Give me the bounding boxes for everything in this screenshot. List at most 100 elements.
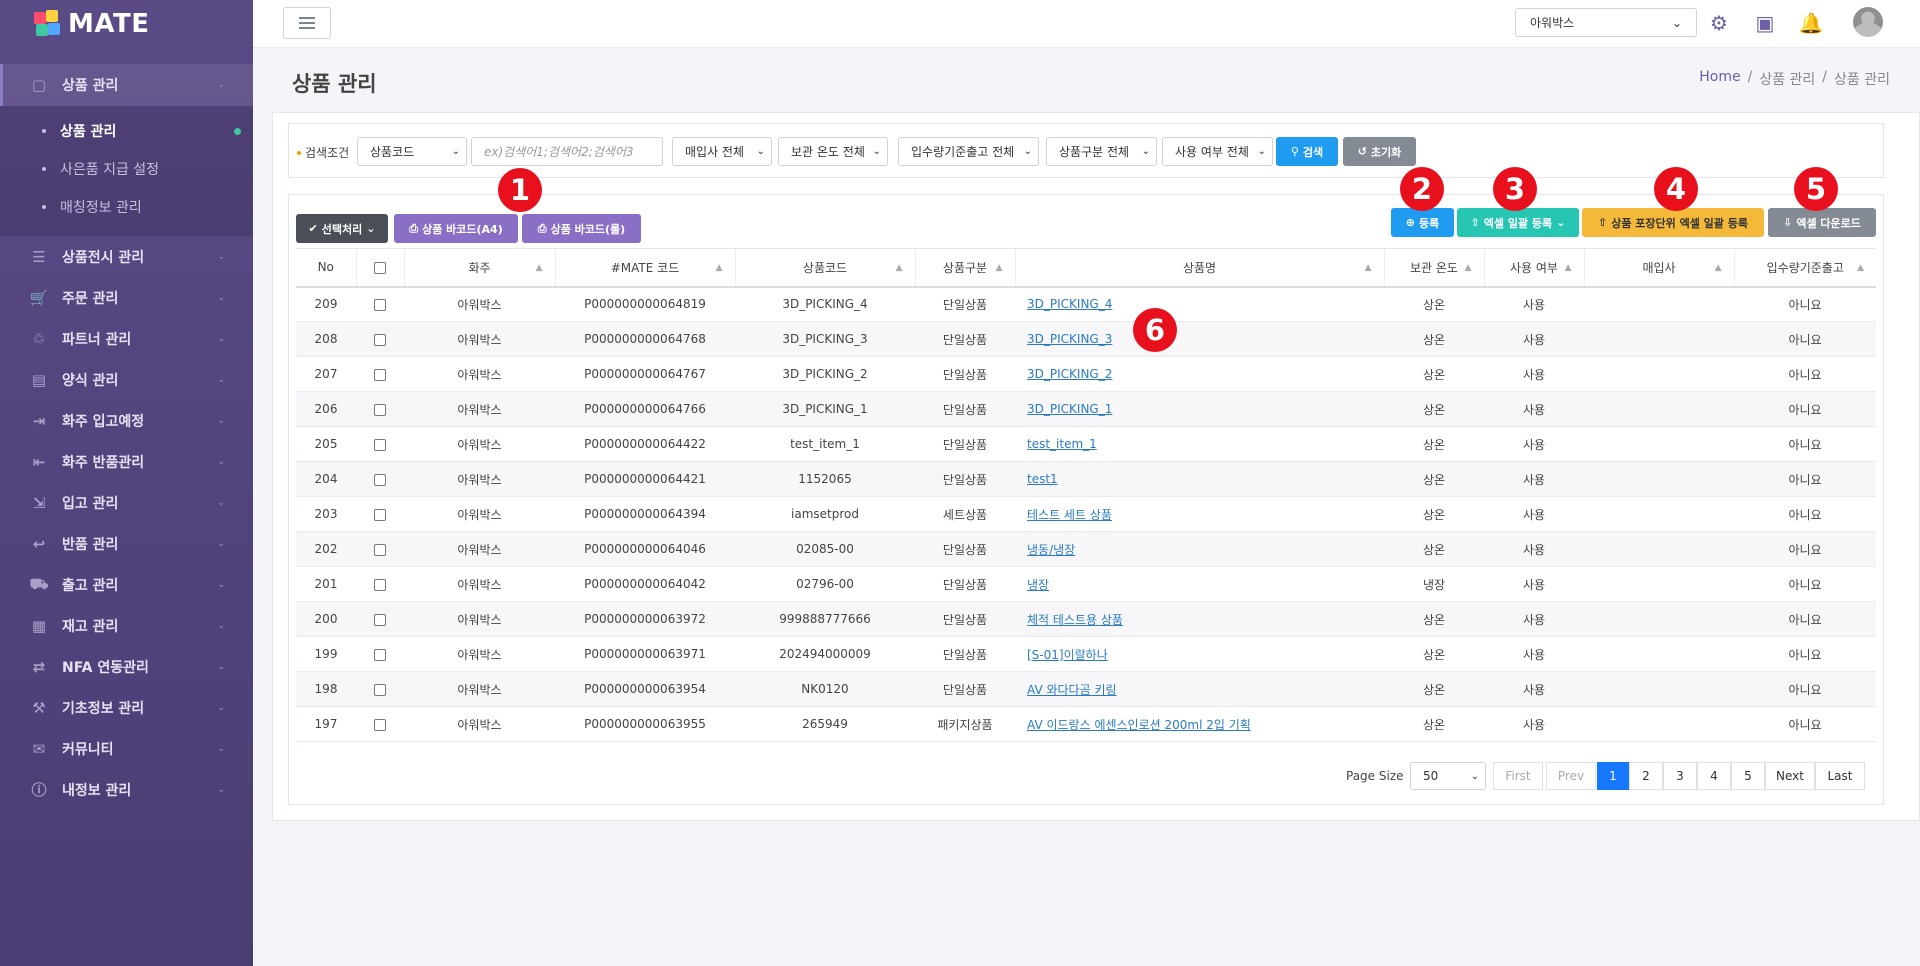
cell-product-name[interactable]: test1 (1015, 461, 1384, 497)
row-checkbox[interactable] (374, 298, 386, 311)
col-header-mate-code[interactable]: #MATE 코드 ▲ (554, 248, 735, 288)
col-header-no[interactable]: No (296, 248, 356, 288)
register-button[interactable]: ⊕ 등록 (1391, 208, 1454, 237)
sidebar-subitem-product[interactable]: 상품 관리 (0, 112, 253, 150)
sidebar-item[interactable]: ⇄ NFA 연동관리 ⌄ (0, 646, 253, 687)
sidebar-item[interactable]: ▤ 양식 관리 ⌄ (0, 359, 253, 400)
sort-icon[interactable]: ▲ (716, 263, 723, 273)
sort-icon[interactable]: ▲ (996, 263, 1003, 273)
col-header-temperature[interactable]: 보관 온도 ▲ (1383, 248, 1484, 288)
sort-icon[interactable]: ▲ (1857, 263, 1864, 273)
filter-product-type-select[interactable]: 상품구분 전체 ⌄ (1046, 137, 1157, 166)
table-row[interactable]: 199 아워박스 P000000000063971 202494000009 단일상품[… (296, 636, 1876, 672)
sidebar-item[interactable]: 🛒 주문 관리 ⌄ (0, 277, 253, 318)
cell-product-name[interactable]: 3D_PICKING_1 (1015, 391, 1384, 427)
row-checkbox[interactable] (374, 473, 386, 486)
select-action-dropdown[interactable]: ✔ 선택처리 ⌄ (296, 214, 388, 243)
table-row[interactable]: 207 아워박스 P000000000064767 3D_PICKING_2 단일상품 3… (296, 356, 1876, 392)
row-checkbox[interactable] (374, 368, 386, 381)
cell-product-name[interactable]: 3D_PICKING_4 (1015, 286, 1384, 322)
sort-icon[interactable]: ▲ (1465, 263, 1472, 273)
row-checkbox[interactable] (374, 403, 386, 416)
col-header-select-all[interactable] (355, 248, 404, 288)
table-row[interactable]: 204 아워박스 P000000000064421 1152065 단일상품 test1 상… (296, 461, 1876, 497)
table-row[interactable]: 205 아워박스 P000000000064422 test_item_1 단일상품 te… (296, 426, 1876, 462)
col-header-purchaser[interactable]: 매입사 ▲ (1583, 248, 1734, 288)
cell-product-name[interactable]: AV 이드랑스 에센스인로션 200ml 2입 기획 (1015, 706, 1384, 742)
avatar[interactable] (1853, 7, 1883, 37)
sidebar-subitem-gift[interactable]: 사은품 지급 설정 (0, 150, 253, 188)
sidebar-item[interactable]: ▦ 재고 관리 ⌄ (0, 605, 253, 646)
col-header-inbound-qty[interactable]: 입수량기준출고 ▲ (1733, 248, 1876, 288)
pagination-page[interactable]: 3 (1663, 762, 1697, 790)
page-size-select[interactable]: 50 ⌄ (1410, 762, 1486, 790)
truck-inbox-icon[interactable]: ▣ (1752, 10, 1778, 36)
cell-product-name[interactable]: [S-01]이랄하나 (1015, 636, 1384, 672)
table-row[interactable]: 198 아워박스 P000000000063954 NK0120 단일상품 AV 와다다곰… (296, 671, 1876, 707)
sort-icon[interactable]: ▲ (1715, 263, 1722, 273)
col-header-product-type[interactable]: 상품구분 ▲ (914, 248, 1015, 288)
sidebar-item[interactable]: ↩ 반품 관리 ⌄ (0, 523, 253, 564)
sidebar-item[interactable]: ☰ 상품전시 관리 ⌄ (0, 236, 253, 277)
sort-icon[interactable]: ▲ (536, 263, 543, 273)
col-header-usage[interactable]: 사용 여부 ▲ (1483, 248, 1584, 288)
table-row[interactable]: 209 아워박스 P000000000064819 3D_PICKING_4 단일상품 3… (296, 286, 1876, 322)
filter-temperature-select[interactable]: 보관 온도 전체 ⌄ (778, 137, 888, 166)
sidebar-item[interactable]: ⇥ 화주 입고예정 ⌄ (0, 400, 253, 441)
search-button[interactable]: ⚲ 검색 (1276, 137, 1338, 166)
pack-unit-excel-bulk-button[interactable]: ⇧ 상품 포장단위 엑셀 일괄 등록 (1582, 208, 1764, 237)
pagination-first[interactable]: First (1493, 762, 1543, 790)
pagination-next[interactable]: Next (1765, 762, 1815, 790)
pagination-prev[interactable]: Prev (1546, 762, 1596, 790)
table-row[interactable]: 208 아워박스 P000000000064768 3D_PICKING_3 단일상품 3… (296, 321, 1876, 357)
sidebar-item[interactable]: ✉ 커뮤니티 ⌄ (0, 728, 253, 769)
pagination-page[interactable]: 4 (1697, 762, 1731, 790)
barcode-a4-button[interactable]: ⎙ 상품 바코드(A4) (394, 214, 518, 243)
cell-product-name[interactable]: 테스트 세트 상품 (1015, 496, 1384, 532)
barcode-roll-button[interactable]: ⎙ 상품 바코드(롤) (522, 214, 641, 243)
filter-usage-select[interactable]: 사용 여부 전체 ⌄ (1162, 137, 1273, 166)
search-field-select[interactable]: 상품코드 ⌄ (357, 137, 467, 166)
col-header-owner[interactable]: 화주 ▲ (403, 248, 555, 288)
excel-download-button[interactable]: ⇩ 엑셀 다운로드 (1768, 208, 1876, 237)
table-row[interactable]: 197 아워박스 P000000000063955 265949 패키지상품 AV 이드랑… (296, 706, 1876, 742)
row-checkbox[interactable] (374, 333, 386, 346)
search-input[interactable]: ex)검색어1;검색어2;검색어3 (471, 137, 663, 166)
pagination-last[interactable]: Last (1815, 762, 1865, 790)
pagination-page[interactable]: 2 (1629, 762, 1663, 790)
bell-icon[interactable]: 🔔 (1798, 10, 1824, 36)
filter-purchaser-select[interactable]: 매입사 전체 ⌄ (672, 137, 772, 166)
breadcrumb-item[interactable]: 상품 관리 (1759, 69, 1815, 89)
sidebar-item[interactable]: ⛟ 출고 관리 ⌄ (0, 564, 253, 605)
cell-product-name[interactable]: 3D_PICKING_3 (1015, 321, 1384, 357)
row-checkbox[interactable] (374, 648, 386, 661)
pagination-page[interactable]: 1 (1597, 762, 1629, 790)
sidebar-item[interactable]: ⓘ 내정보 관리 ⌄ (0, 769, 253, 810)
sidebar-item[interactable]: ⚒ 기초정보 관리 ⌄ (0, 687, 253, 728)
sidebar-item[interactable]: ⇲ 입고 관리 ⌄ (0, 482, 253, 523)
logo[interactable]: MATE (0, 0, 253, 48)
company-select[interactable]: 아워박스 ⌄ (1515, 8, 1697, 37)
row-checkbox[interactable] (374, 613, 386, 626)
hamburger-menu-button[interactable] (283, 7, 331, 39)
breadcrumb-home[interactable]: Home (1699, 69, 1740, 89)
cell-product-name[interactable]: AV 와다다곰 키링 (1015, 671, 1384, 707)
col-header-product-code[interactable]: 상품코드 ▲ (734, 248, 915, 288)
table-row[interactable]: 202 아워박스 P000000000064046 02085-00 단일상품 냉동/냉장… (296, 531, 1876, 567)
table-row[interactable]: 200 아워박스 P000000000063972 999888777666 단일상품 체… (296, 601, 1876, 637)
row-checkbox[interactable] (374, 578, 386, 591)
cell-product-name[interactable]: 3D_PICKING_2 (1015, 356, 1384, 392)
row-checkbox[interactable] (374, 683, 386, 696)
row-checkbox[interactable] (374, 718, 386, 731)
cell-product-name[interactable]: 냉장 (1015, 566, 1384, 602)
col-header-product-name[interactable]: 상품명 ▲ (1014, 248, 1384, 288)
filter-inbound-qty-select[interactable]: 입수량기준출고 전체 ⌄ (898, 137, 1039, 166)
cell-product-name[interactable]: 냉동/냉장 (1015, 531, 1384, 567)
table-row[interactable]: 203 아워박스 P000000000064394 iamsetprod 세트상품 테스트… (296, 496, 1876, 532)
sort-icon[interactable]: ▲ (896, 263, 903, 273)
cell-product-name[interactable]: 체적 테스트용 상품 (1015, 601, 1384, 637)
select-all-checkbox[interactable] (374, 261, 386, 274)
row-checkbox[interactable] (374, 543, 386, 556)
sidebar-item-product[interactable]: ▢ 상품 관리 ⌄ (0, 64, 253, 106)
sidebar-item[interactable]: ⇤ 화주 반품관리 ⌄ (0, 441, 253, 482)
